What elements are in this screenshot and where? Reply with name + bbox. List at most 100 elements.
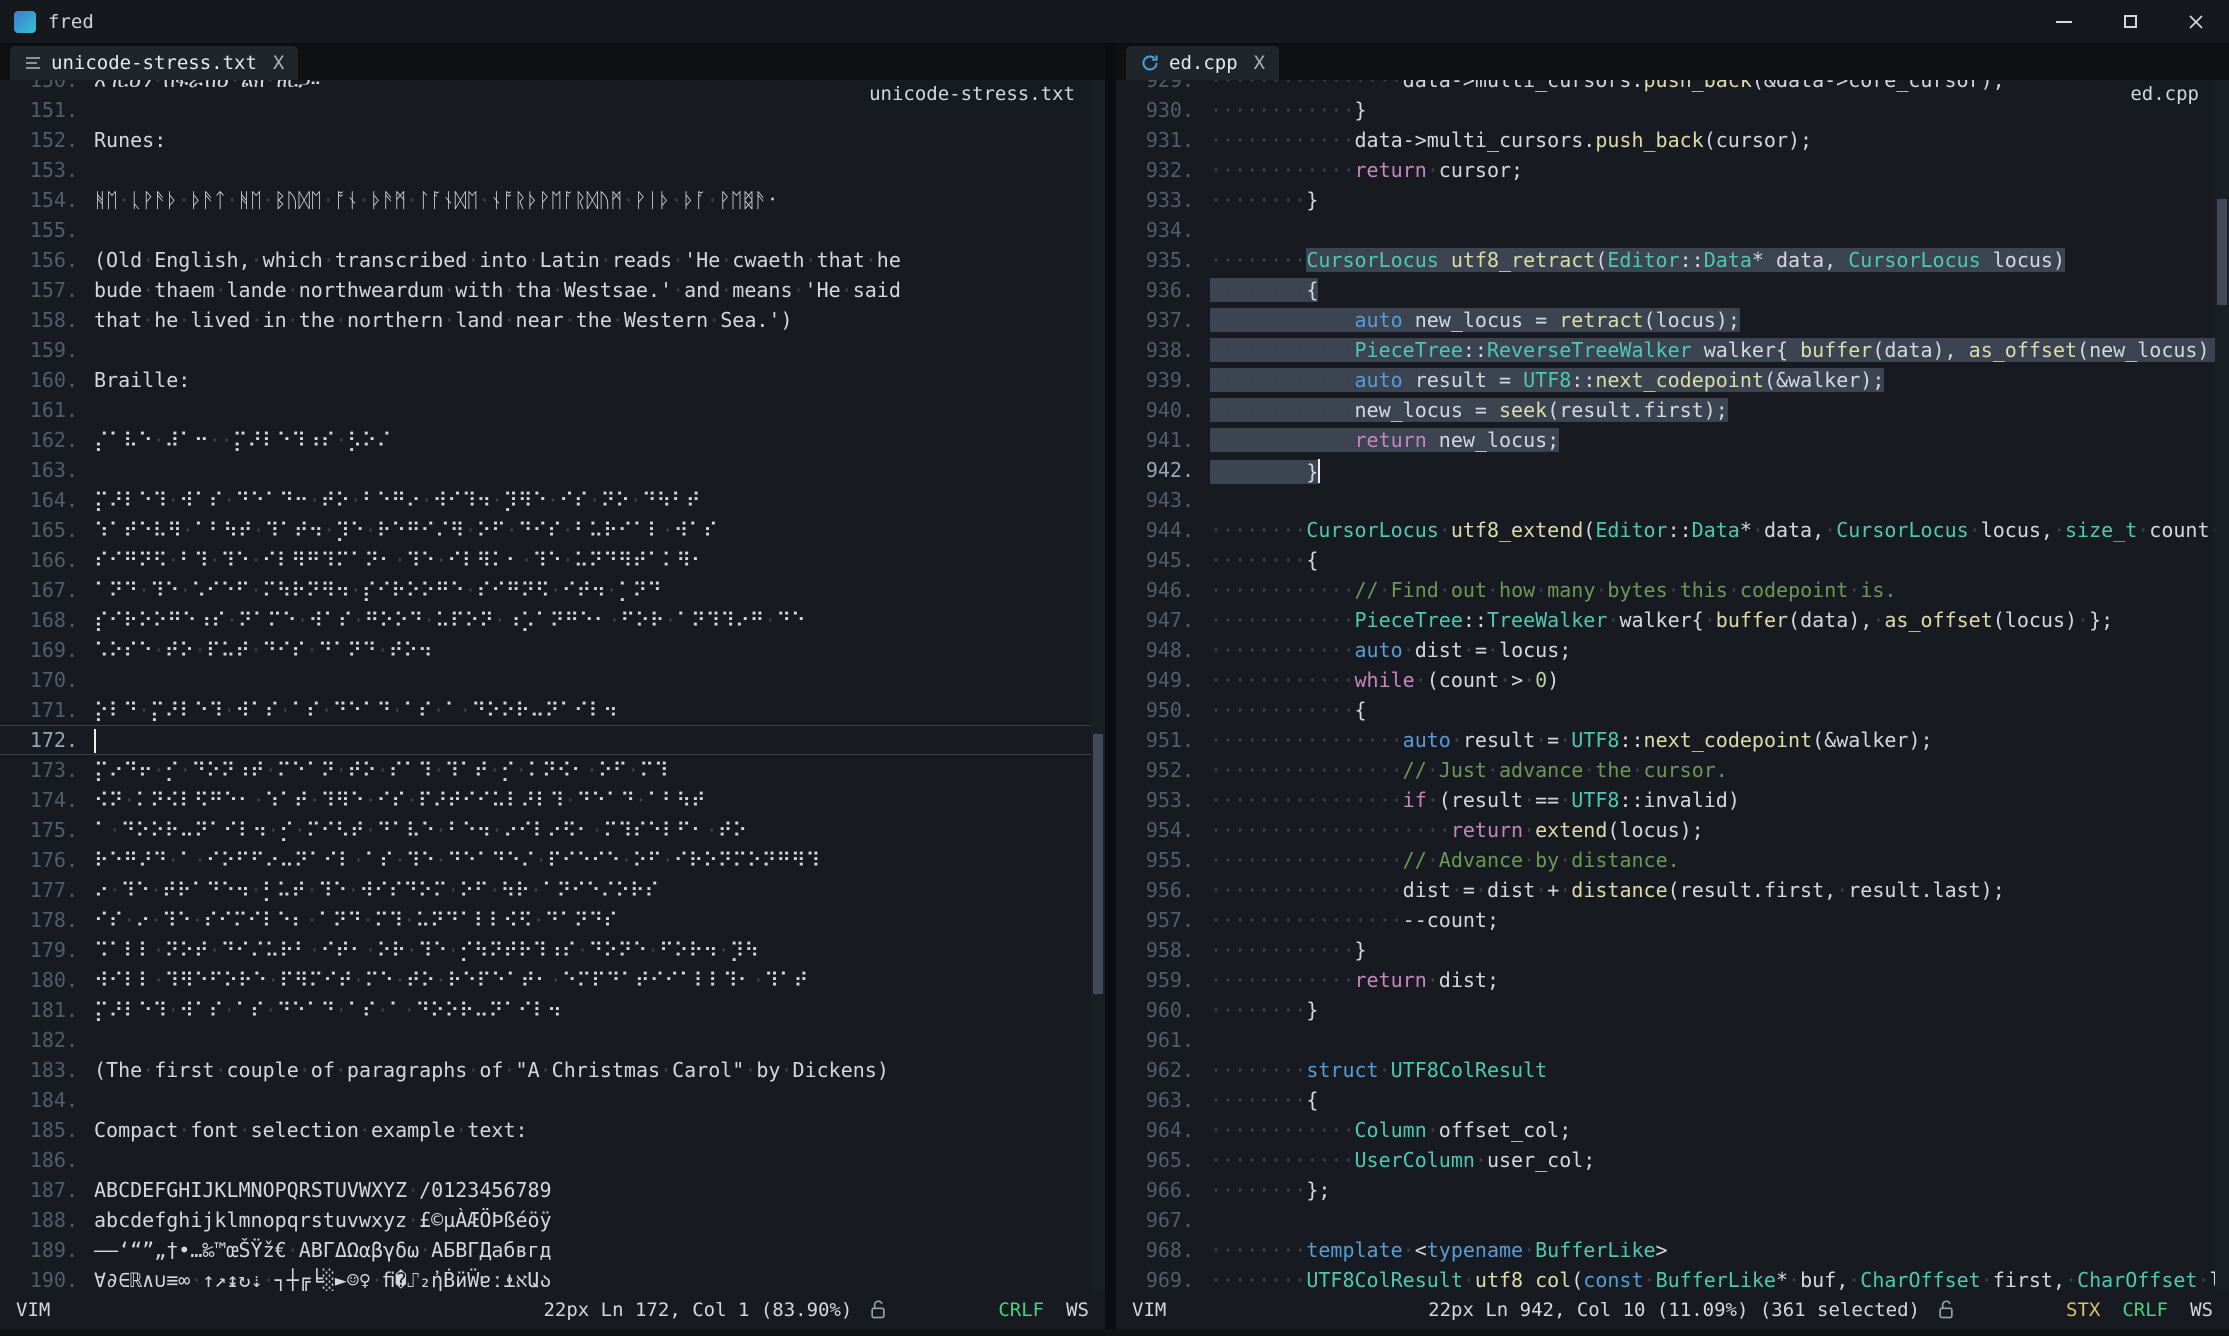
tab-close-icon[interactable]: X bbox=[1254, 52, 1265, 74]
code-line[interactable]: 943. bbox=[1116, 485, 2215, 515]
line-content[interactable] bbox=[78, 1145, 1091, 1175]
line-content[interactable]: ············Column·offset_col; bbox=[1194, 1115, 2215, 1145]
line-content[interactable] bbox=[78, 155, 1091, 185]
code-line[interactable]: 955.················//·Advance·by·distan… bbox=[1116, 845, 2215, 875]
line-content[interactable]: ⠡⠕⠎⠑·⠞⠕·⠏⠥⠞·⠙⠊⠎·⠙⠁⠝⠙·⠞⠕⠲ bbox=[78, 635, 1091, 665]
line-content[interactable]: ⡍⠔⠙⠖·⡊·⠙⠕⠝⠰⠞·⠍⠑⠁⠝·⠞⠕·⠎⠁⠹·⠹⠁⠞·⡊·⠅⠝⠪⠂·⠕⠋·⠍… bbox=[78, 755, 1091, 785]
code-line[interactable]: 968.········template·<typename·BufferLik… bbox=[1116, 1235, 2215, 1265]
line-content[interactable]: ········CursorLocus·utf8_extend(Editor::… bbox=[1194, 515, 2215, 545]
text-line[interactable]: 177.⠔·⠹⠑·⠞⠗⠁⠙⠑⠲·⡃⠥⠞·⠹⠑·⠺⠊⠎⠙⠕⠍·⠕⠋·⠳⠗·⠁⠝⠊⠑… bbox=[0, 875, 1091, 905]
text-line[interactable]: 188.abcdefghijklmnopqrstuvwxyz·£©µÀÆÖÞßé… bbox=[0, 1205, 1091, 1235]
code-line[interactable]: 933.········} bbox=[1116, 185, 2215, 215]
line-content[interactable]: ⠗⠑⠛⠜⠙·⠁·⠊⠕⠋⠋⠔⠤⠝⠁⠊⠇·⠁⠎·⠹⠑·⠙⠑⠁⠙⠑⠌·⠏⠊⠑⠊⠑·⠕⠋… bbox=[78, 845, 1091, 875]
code-line[interactable]: 969.········UTF8ColResult·utf8_col(const… bbox=[1116, 1265, 2215, 1291]
line-content[interactable]: ⠊⠎·⠔·⠹⠑·⠎⠊⠍⠊⠇⠑⠆·⠁⠝⠙·⠍⠹·⠥⠝⠙⠁⠇⠇⠪⠫·⠙⠁⠝⠙⠎ bbox=[78, 905, 1091, 935]
line-content[interactable] bbox=[1194, 215, 2215, 245]
code-line[interactable]: 936.········{ bbox=[1116, 275, 2215, 305]
text-line[interactable]: 152.Runes: bbox=[0, 125, 1091, 155]
code-line[interactable]: 959.············return·dist; bbox=[1116, 965, 2215, 995]
line-content[interactable]: ⠁·⠙⠕⠕⠗⠤⠝⠁⠊⠇⠲·⡊·⠍⠊⠣⠞·⠙⠁⠧⠑·⠃⠑⠲·⠔⠊⠇⠔⠫⠂·⠍⠹⠎⠑… bbox=[78, 815, 1091, 845]
unlock-icon[interactable] bbox=[868, 1299, 888, 1321]
code-line[interactable]: 947.············PieceTree::TreeWalker·wa… bbox=[1116, 605, 2215, 635]
line-content[interactable]: ············} bbox=[1194, 935, 2215, 965]
line-content[interactable]: ············//·Find·out·how·many·bytes·t… bbox=[1194, 575, 2215, 605]
code-line[interactable]: 956.················dist·=·dist·+·distan… bbox=[1116, 875, 2215, 905]
text-line[interactable]: 169.⠡⠕⠎⠑·⠞⠕·⠏⠥⠞·⠙⠊⠎·⠙⠁⠝⠙·⠞⠕⠲ bbox=[0, 635, 1091, 665]
text-line[interactable]: 171.⡕⠇⠙·⡍⠜⠇⠑⠹·⠺⠁⠎·⠁⠎·⠙⠑⠁⠙·⠁⠎·⠁·⠙⠕⠕⠗⠤⠝⠁⠊⠇… bbox=[0, 695, 1091, 725]
line-content[interactable]: ⠱⠁⠞⠑⠧⠻·⠁⠃⠳⠞·⠹⠁⠞⠲·⡹⠑·⠗⠑⠛⠊⠌⠻·⠕⠋·⠙⠊⠎·⠃⠥⠗⠊⠁⠇… bbox=[78, 515, 1091, 545]
line-content[interactable]: ⠺⠊⠇⠇·⠹⠻⠑⠋⠕⠗⠑·⠏⠻⠍⠊⠞·⠍⠑·⠞⠕·⠗⠑⠏⠑⠁⠞⠂·⠑⠍⠏⠙⠁⠞⠊… bbox=[78, 965, 1091, 995]
line-content[interactable]: ················//·Advance·by·distance. bbox=[1194, 845, 2215, 875]
line-content[interactable]: abcdefghijklmnopqrstuvwxyz·£©µÀÆÖÞßéöÿ bbox=[78, 1205, 1091, 1235]
tab-close-icon[interactable]: X bbox=[273, 52, 284, 74]
code-line[interactable]: 938.············PieceTree::ReverseTreeWa… bbox=[1116, 335, 2215, 365]
code-line[interactable]: 963.········{ bbox=[1116, 1085, 2215, 1115]
text-line[interactable]: 160.Braille: bbox=[0, 365, 1091, 395]
line-content[interactable]: ················data->multi_cursors.push… bbox=[1194, 80, 2215, 95]
text-line[interactable]: 172. bbox=[0, 725, 1091, 755]
text-line[interactable]: 175.⠁·⠙⠕⠕⠗⠤⠝⠁⠊⠇⠲·⡊·⠍⠊⠣⠞·⠙⠁⠧⠑·⠃⠑⠲·⠔⠊⠇⠔⠫⠂·… bbox=[0, 815, 1091, 845]
line-content[interactable]: ············auto·dist·=·locus; bbox=[1194, 635, 2215, 665]
line-content[interactable]: (The·first·couple·of·paragraphs·of·"A·Ch… bbox=[78, 1055, 1091, 1085]
right-scrollbar-thumb[interactable] bbox=[2217, 199, 2227, 306]
line-content[interactable]: ⠎⠊⠛⠝⠫·⠃⠹·⠹⠑·⠊⠇⠻⠛⠹⠍⠁⠝⠂·⠹⠑·⠊⠇⠻⠅⠂·⠹⠑·⠥⠝⠙⠻⠞⠁… bbox=[78, 545, 1091, 575]
code-line[interactable]: 964.············Column·offset_col; bbox=[1116, 1115, 2215, 1145]
line-content[interactable]: ········{ bbox=[1194, 275, 2215, 305]
line-content[interactable]: ⠪⠝·⠅⠝⠪⠇⠫⠛⠑⠂·⠱⠁⠞·⠹⠻⠑·⠊⠎·⠏⠜⠞⠊⠊⠥⠇⠜⠇⠹·⠙⠑⠁⠙·⠁… bbox=[78, 785, 1091, 815]
line-content[interactable] bbox=[1194, 1025, 2215, 1055]
line-content[interactable]: ················//·Just·advance·the·curs… bbox=[1194, 755, 2215, 785]
code-line[interactable]: 940.············new_locus·=·seek(result.… bbox=[1116, 395, 2215, 425]
line-content[interactable]: ⡎⠊⠗⠕⠕⠛⠑⠰⠎·⠝⠁⠍⠑·⠺⠁⠎·⠛⠕⠕⠙·⠥⠏⠕⠝·⠰⡡⠁⠝⠛⠑⠂·⠋⠕⠗… bbox=[78, 605, 1091, 635]
code-line[interactable]: 966.········}; bbox=[1116, 1175, 2215, 1205]
left-scrollbar[interactable] bbox=[1091, 80, 1105, 1291]
text-line[interactable]: 157.bude·thaem·lande·northweardum·with·t… bbox=[0, 275, 1091, 305]
code-line[interactable]: 930.············} bbox=[1116, 95, 2215, 125]
text-line[interactable]: 190.∀∂∈ℝ∧∪≡∞·↑↗↨↻⇣·┐┼╔╘░►☺♀·ﬁ�⑀₂ἠḂӥẄɐː⍎א… bbox=[0, 1265, 1091, 1291]
text-line[interactable]: 186. bbox=[0, 1145, 1091, 1175]
text-line[interactable]: 184. bbox=[0, 1085, 1091, 1115]
line-content[interactable]: ········UTF8ColResult·utf8_col(const·Buf… bbox=[1194, 1265, 2215, 1291]
tab-ed-cpp[interactable]: ed.cpp X bbox=[1126, 46, 1279, 80]
line-content[interactable]: ········{ bbox=[1194, 545, 2215, 575]
code-line[interactable]: 941.············return·new_locus; bbox=[1116, 425, 2215, 455]
eol-indicator[interactable]: CRLF bbox=[998, 1299, 1044, 1321]
line-content[interactable] bbox=[78, 1085, 1091, 1115]
code-line[interactable]: 960.········} bbox=[1116, 995, 2215, 1025]
code-line[interactable]: 934. bbox=[1116, 215, 2215, 245]
text-line[interactable]: 189.–—‘“”„†•…‰™œŠŸž€·ΑΒΓΔΩαβγδω·АБВГДабв… bbox=[0, 1235, 1091, 1265]
code-line[interactable]: 949.············while·(count·>·0) bbox=[1116, 665, 2215, 695]
unlock-icon[interactable] bbox=[1936, 1299, 1956, 1321]
left-scrollbar-thumb[interactable] bbox=[1093, 734, 1103, 994]
line-content[interactable]: ············auto·result·=·UTF8::next_cod… bbox=[1194, 365, 2215, 395]
line-content[interactable]: ⠔·⠹⠑·⠞⠗⠁⠙⠑⠲·⡃⠥⠞·⠹⠑·⠺⠊⠎⠙⠕⠍·⠕⠋·⠳⠗·⠁⠝⠊⠑⠌⠕⠗⠎ bbox=[78, 875, 1091, 905]
line-content[interactable]: ········CursorLocus·utf8_retract(Editor:… bbox=[1194, 245, 2215, 275]
text-line[interactable]: 165.⠱⠁⠞⠑⠧⠻·⠁⠃⠳⠞·⠹⠁⠞⠲·⡹⠑·⠗⠑⠛⠊⠌⠻·⠕⠋·⠙⠊⠎·⠃⠥… bbox=[0, 515, 1091, 545]
text-line[interactable]: 178.⠊⠎·⠔·⠹⠑·⠎⠊⠍⠊⠇⠑⠆·⠁⠝⠙·⠍⠹·⠥⠝⠙⠁⠇⠇⠪⠫·⠙⠁⠝⠙… bbox=[0, 905, 1091, 935]
code-line[interactable]: 962.········struct·UTF8ColResult bbox=[1116, 1055, 2215, 1085]
line-content[interactable] bbox=[1194, 485, 2215, 515]
line-content[interactable]: ················--count; bbox=[1194, 905, 2215, 935]
code-line[interactable]: 965.············UserColumn·user_col; bbox=[1116, 1145, 2215, 1175]
line-content[interactable]: ⡍⠜⠇⠑⠹·⠺⠁⠎·⠙⠑⠁⠙⠒·⠞⠕·⠃⠑⠛⠔·⠺⠊⠹⠲·⡹⠻⠑·⠊⠎·⠝⠕·⠙… bbox=[78, 485, 1091, 515]
line-content[interactable]: ⡕⠇⠙·⡍⠜⠇⠑⠹·⠺⠁⠎·⠁⠎·⠙⠑⠁⠙·⠁⠎·⠁·⠙⠕⠕⠗⠤⠝⠁⠊⠇⠲ bbox=[78, 695, 1091, 725]
line-content[interactable] bbox=[78, 395, 1091, 425]
line-content[interactable]: ᚻᛖ·ᚳᚹᚫᚦ·ᚦᚫᛏ·ᚻᛖ·ᛒᚢᛞᛖ·ᚩᚾ·ᚦᚫᛗ·ᛚᚪᚾᛞᛖ·ᚾᚩᚱᚦᚹᛖᚪ… bbox=[78, 185, 1091, 215]
text-line[interactable]: 181.⡍⠜⠇⠑⠹·⠺⠁⠎·⠁⠎·⠙⠑⠁⠙·⠁⠎·⠁·⠙⠕⠕⠗⠤⠝⠁⠊⠇⠲ bbox=[0, 995, 1091, 1025]
text-line[interactable]: 164.⡍⠜⠇⠑⠹·⠺⠁⠎·⠙⠑⠁⠙⠒·⠞⠕·⠃⠑⠛⠔·⠺⠊⠹⠲·⡹⠻⠑·⠊⠎·… bbox=[0, 485, 1091, 515]
line-content[interactable]: ····················return·extend(locus)… bbox=[1194, 815, 2215, 845]
line-content[interactable]: bude·thaem·lande·northweardum·with·tha·W… bbox=[78, 275, 1091, 305]
line-content[interactable]: ············PieceTree::ReverseTreeWalker… bbox=[1194, 335, 2215, 365]
text-line[interactable]: 154.ᚻᛖ·ᚳᚹᚫᚦ·ᚦᚫᛏ·ᚻᛖ·ᛒᚢᛞᛖ·ᚩᚾ·ᚦᚫᛗ·ᛚᚪᚾᛞᛖ·ᚾᚩᚱ… bbox=[0, 185, 1091, 215]
right-editor-area[interactable]: ed.cpp 929.················data->multi_c… bbox=[1116, 80, 2229, 1291]
line-content[interactable]: ············{ bbox=[1194, 695, 2215, 725]
whitespace-indicator[interactable]: WS bbox=[1066, 1299, 1089, 1321]
line-content[interactable] bbox=[1194, 1205, 2215, 1235]
line-content[interactable]: ············auto·new_locus·=·retract(loc… bbox=[1194, 305, 2215, 335]
text-line[interactable]: 168.⡎⠊⠗⠕⠕⠛⠑⠰⠎·⠝⠁⠍⠑·⠺⠁⠎·⠛⠕⠕⠙·⠥⠏⠕⠝·⠰⡡⠁⠝⠛⠑⠂… bbox=[0, 605, 1091, 635]
text-line[interactable]: 167.⠁⠝⠙·⠹⠑·⠡⠊⠑⠋·⠍⠳⠗⠝⠻⠲·⡎⠊⠗⠕⠕⠛⠑·⠎⠊⠛⠝⠫·⠊⠞⠲… bbox=[0, 575, 1091, 605]
line-content[interactable]: ········} bbox=[1194, 455, 2215, 485]
eol-indicator[interactable]: CRLF bbox=[2122, 1299, 2168, 1321]
code-line[interactable]: 945.········{ bbox=[1116, 545, 2215, 575]
line-content[interactable]: ············PieceTree::TreeWalker·walker… bbox=[1194, 605, 2215, 635]
text-line[interactable]: 180.⠺⠊⠇⠇·⠹⠻⠑⠋⠕⠗⠑·⠏⠻⠍⠊⠞·⠍⠑·⠞⠕·⠗⠑⠏⠑⠁⠞⠂·⠑⠍⠏… bbox=[0, 965, 1091, 995]
